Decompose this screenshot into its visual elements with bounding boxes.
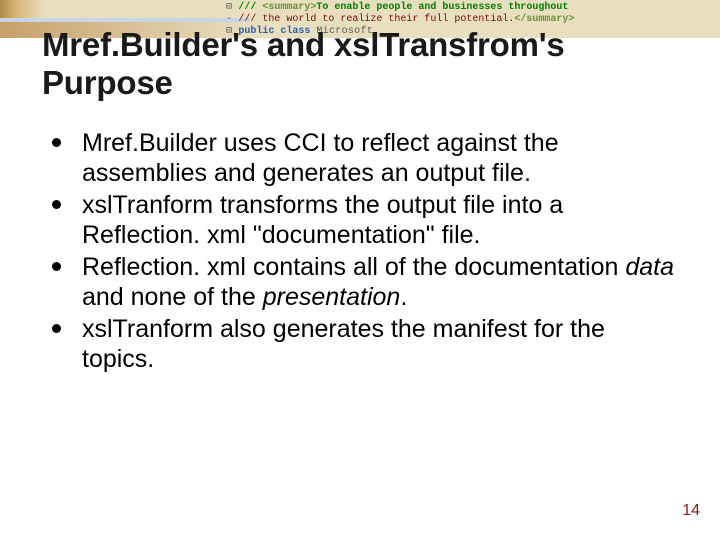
code-prefix: - bbox=[226, 14, 232, 25]
bullet-item: Mref.Builder uses CCI to reflect against… bbox=[46, 128, 680, 188]
page-number: 14 bbox=[682, 502, 700, 520]
code-seg-a: /// bbox=[238, 14, 262, 25]
code-seg-c: To enable people and businesses througho… bbox=[316, 2, 568, 13]
code-prefix: ⊟ bbox=[226, 2, 232, 13]
code-seg-b: the world to realize their full potentia… bbox=[262, 14, 514, 25]
bullet-item: xslTranform also generates the manifest … bbox=[46, 314, 680, 374]
code-seg-b: <summary> bbox=[262, 2, 316, 13]
bullet-item: xslTranform transforms the output file i… bbox=[46, 190, 680, 250]
slide: ⊟ /// <summary>To enable people and busi… bbox=[0, 0, 720, 540]
code-line-2: - /// the world to realize their full po… bbox=[226, 14, 706, 26]
bullet-item: Reflection. xml contains all of the docu… bbox=[46, 252, 680, 312]
slide-body: Mref.Builder uses CCI to reflect against… bbox=[46, 128, 680, 376]
code-line-1: ⊟ /// <summary>To enable people and busi… bbox=[226, 2, 706, 14]
slide-title: Mref.Builder's and xslTransfrom's Purpos… bbox=[42, 26, 690, 102]
code-seg-a: /// bbox=[238, 2, 262, 13]
bullet-list: Mref.Builder uses CCI to reflect against… bbox=[46, 128, 680, 374]
code-seg-c: </summary> bbox=[514, 14, 574, 25]
